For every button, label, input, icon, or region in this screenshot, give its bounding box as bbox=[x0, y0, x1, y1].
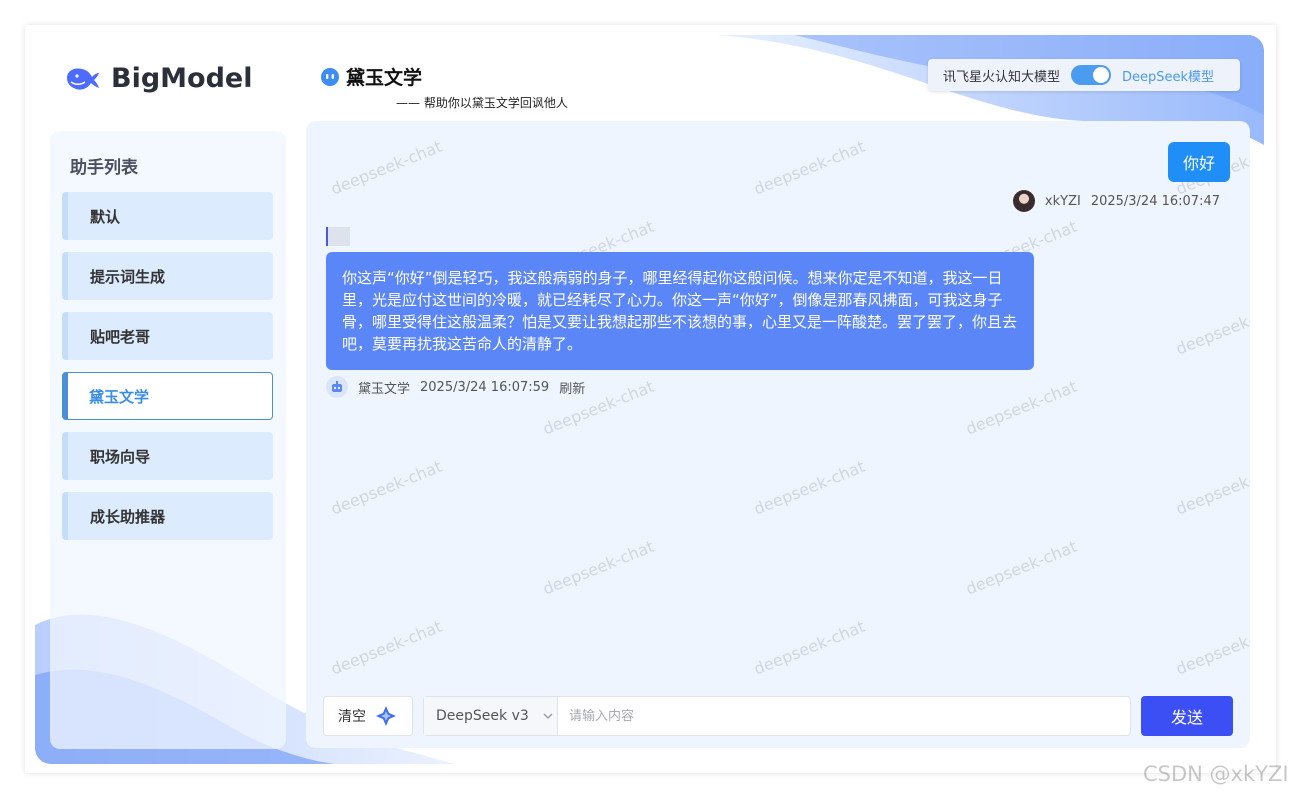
user-avatar bbox=[1012, 190, 1035, 212]
sidebar-item-prompt-generator[interactable]: 提示词生成 bbox=[62, 252, 273, 300]
page-watermark: CSDN @xkYZI bbox=[1143, 762, 1289, 786]
sidebar-item-daiyu[interactable]: 黛玉文学 bbox=[62, 372, 273, 420]
watermark-text: deepseek-chat bbox=[1173, 616, 1250, 679]
sparkle-icon bbox=[376, 706, 396, 726]
brand-name: BigModel bbox=[111, 63, 253, 94]
page-subtitle: —— 帮助你以黛玉文学回讽他人 bbox=[396, 96, 568, 110]
assistant-sidebar: 助手列表 默认 提示词生成 贴吧老哥 黛玉文学 职场向导 成长助推器 bbox=[50, 131, 286, 749]
user-message-bubble: 你好 bbox=[1167, 142, 1230, 182]
user-message-time: 2025/3/24 16:07:47 bbox=[1090, 193, 1220, 209]
watermark-text: deepseek-chat bbox=[328, 136, 445, 199]
robot-icon bbox=[321, 67, 339, 86]
model-option-deepseek[interactable]: DeepSeek模型 bbox=[1122, 66, 1214, 85]
typing-cursor bbox=[326, 227, 350, 246]
app-window: BigModel 助手列表 默认 提示词生成 贴吧老哥 黛玉文学 职场向导 成长… bbox=[35, 35, 1264, 764]
watermark-text: deepseek-chat bbox=[963, 536, 1080, 599]
assistant-message-meta: 黛玉文学 2025/3/24 16:07:59 刷新 bbox=[326, 376, 585, 398]
user-name: xkYZI bbox=[1044, 193, 1081, 209]
user-message-meta: xkYZI 2025/3/24 16:07:47 bbox=[1012, 190, 1220, 212]
watermark-text: deepseek-chat bbox=[751, 456, 868, 519]
brand-logo: BigModel bbox=[65, 63, 252, 94]
toggle-knob bbox=[1093, 67, 1110, 83]
message-composer: DeepSeek v3 bbox=[423, 696, 1131, 736]
whale-icon bbox=[67, 67, 99, 90]
model-option-spark[interactable]: 讯飞星火认知大模型 bbox=[943, 66, 1060, 85]
clear-label: 清空 bbox=[338, 709, 366, 725]
watermark-text: deepseek-chat bbox=[328, 456, 445, 519]
watermark-text: deepseek-chat bbox=[328, 616, 445, 679]
watermark-text: deepseek-chat bbox=[751, 616, 868, 679]
send-button[interactable]: 发送 bbox=[1141, 696, 1233, 736]
page-title: 黛玉文学 bbox=[346, 67, 423, 89]
bot-avatar-icon bbox=[326, 376, 348, 398]
watermark-text: deepseek-chat bbox=[963, 376, 1080, 439]
watermark-text: deepseek-chat bbox=[540, 536, 657, 599]
chat-panel: deepseek-chat deepseek-chat deepseek-chat d… bbox=[306, 121, 1250, 748]
clear-button[interactable]: 清空 bbox=[323, 696, 413, 736]
model-select[interactable]: DeepSeek v3 bbox=[424, 697, 558, 735]
watermark-text: deepseek-chat bbox=[1173, 296, 1250, 359]
refresh-link[interactable]: 刷新 bbox=[559, 378, 585, 397]
watermark-text: deepseek-chat bbox=[1173, 456, 1250, 519]
assistant-message-time: 2025/3/24 16:07:59 bbox=[420, 379, 550, 395]
sidebar-item-growth[interactable]: 成长助推器 bbox=[62, 492, 273, 540]
composer-bar: 清空 DeepSeek v3 发送 bbox=[323, 696, 1233, 736]
sidebar-item-tieba[interactable]: 贴吧老哥 bbox=[62, 312, 273, 360]
model-toggle[interactable] bbox=[1071, 65, 1112, 85]
sidebar-title: 助手列表 bbox=[70, 158, 138, 178]
assistant-message-bubble: 你这声“你好”倒是轻巧，我这般病弱的身子，哪里经得起你这般问候。想来你定是不知道… bbox=[326, 252, 1034, 370]
model-switch: 讯飞星火认知大模型 DeepSeek模型 bbox=[928, 59, 1240, 91]
chevron-down-icon bbox=[543, 713, 553, 719]
assistant-header: 黛玉文学 bbox=[320, 63, 422, 90]
assistant-name: 黛玉文学 bbox=[358, 381, 411, 397]
model-select-value: DeepSeek v3 bbox=[436, 708, 529, 724]
watermark-text: deepseek-chat bbox=[751, 136, 868, 199]
message-input[interactable] bbox=[558, 698, 1130, 734]
sidebar-item-career[interactable]: 职场向导 bbox=[62, 432, 273, 480]
sidebar-item-default[interactable]: 默认 bbox=[62, 192, 273, 240]
